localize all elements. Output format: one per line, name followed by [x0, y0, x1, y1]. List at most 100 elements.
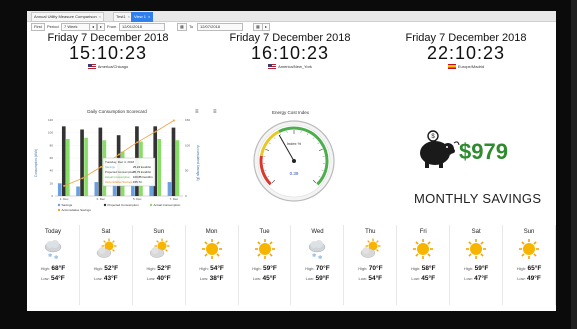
- forecast-high: 68°F: [51, 265, 66, 272]
- period-label: Period: [47, 24, 59, 29]
- y-right-label: Accumulated Savings ($): [196, 145, 200, 180]
- forecast-high: 59°F: [263, 265, 277, 272]
- savings-bar[interactable]: [76, 186, 80, 197]
- sun-icon: [518, 238, 540, 260]
- clock-time: 22:10:23: [426, 43, 506, 63]
- savings-bar[interactable]: [94, 182, 99, 196]
- actual-consumption-bar[interactable]: [84, 137, 88, 196]
- actual-consumption-bar[interactable]: [175, 140, 180, 196]
- high-label: High:: [305, 266, 315, 271]
- legend-item[interactable]: Accumulative Savings: [62, 208, 92, 212]
- sun-cloud-icon: [148, 238, 170, 260]
- tooltip-row-label: Projected Consumption: [105, 170, 135, 174]
- forecast-high: 52°F: [157, 265, 172, 272]
- chart-menu-icon[interactable]: ≡: [195, 109, 199, 115]
- clock-zone: America/New_York: [278, 64, 312, 69]
- gauge-menu-icon[interactable]: ≡: [213, 109, 217, 115]
- legend-item[interactable]: Savings: [62, 203, 73, 207]
- us-flag-icon: [87, 64, 96, 70]
- actual-consumption-bar[interactable]: [65, 139, 70, 196]
- low-label: Low:: [411, 276, 420, 281]
- forecast-day-name: Sat: [471, 229, 481, 235]
- forecast-high: 58°F: [421, 265, 436, 272]
- forecast-day: Today ✻ ✻ High: 68°F Low: 54°F: [27, 225, 80, 305]
- right-tick-label: 150: [185, 118, 190, 122]
- dashboard-screen: Annual Utility Measure Comparison × Test1…: [27, 11, 556, 311]
- sun-icon: [254, 238, 276, 260]
- snow-cloud-icon: ✻ ✻: [306, 238, 328, 261]
- tooltip-row-label: Actual Consumption: [105, 175, 130, 179]
- clock-zone: America/Chicago: [97, 64, 129, 69]
- category-label: 1. Dec: [60, 197, 69, 201]
- accumulative-point[interactable]: [136, 141, 139, 144]
- left-tick-label: 40: [50, 169, 54, 173]
- projected-consumption-bar[interactable]: [80, 129, 84, 197]
- high-label: High:: [516, 266, 527, 271]
- forecast-low: 43°F: [103, 275, 118, 282]
- from-label: From: [107, 24, 117, 29]
- accumulative-point[interactable]: [154, 130, 157, 133]
- forecast-low: 49°F: [527, 275, 541, 282]
- clock-time: 15:10:23: [68, 43, 148, 63]
- accumulative-point[interactable]: [118, 153, 120, 156]
- legend-projected-swatch: [103, 203, 107, 207]
- category-label: 5. Dec: [133, 197, 142, 201]
- close-icon[interactable]: ×: [148, 14, 150, 19]
- period-select[interactable]: 7 Week: [61, 23, 91, 31]
- tooltip-row-value: 95.79 trendrlm: [133, 170, 152, 174]
- high-label: High:: [252, 266, 262, 271]
- tab-test1[interactable]: Test1 ×: [113, 12, 133, 22]
- low-label: Low:: [358, 276, 367, 281]
- forecast-low: 54°F: [50, 275, 65, 282]
- legend-item[interactable]: Actual Consumption: [154, 203, 181, 207]
- piggy-bank-icon: $: [420, 130, 460, 168]
- left-tick-label: 60: [50, 156, 54, 160]
- low-label: Low:: [464, 276, 473, 281]
- left-tick-label: 80: [50, 143, 54, 147]
- forecast-day-name: Thu: [365, 229, 376, 235]
- close-icon[interactable]: ×: [99, 14, 101, 19]
- projected-consumption-bar[interactable]: [171, 127, 176, 196]
- savings-bar[interactable]: [167, 182, 172, 196]
- forecast-low: 38°F: [209, 275, 224, 282]
- accumulative-point[interactable]: [63, 184, 66, 187]
- tab-view1[interactable]: View 1 ×: [131, 12, 154, 22]
- first-button[interactable]: First: [31, 23, 45, 31]
- right-tick-label: 0: [185, 194, 187, 198]
- projected-consumption-bar[interactable]: [98, 127, 103, 196]
- forecast-day: Mon High: 54°F Low: 38°F: [186, 225, 239, 305]
- high-label: High:: [463, 266, 474, 271]
- sun-cloud-icon: [95, 238, 117, 260]
- forecast-day-name: Mon: [205, 229, 218, 235]
- to-date-input[interactable]: 12/07/2018: [197, 23, 243, 31]
- legend-accumulative-swatch: [57, 208, 61, 212]
- calendar-icon[interactable]: ▦: [177, 23, 187, 31]
- svg-text:✻: ✻: [48, 253, 52, 259]
- tooltip-row-value: 155.74: [133, 180, 142, 184]
- forecast-high: 54°F: [210, 265, 224, 272]
- gauge-hub: [292, 159, 296, 163]
- tab-annual-utility[interactable]: Annual Utility Measure Comparison ×: [31, 12, 105, 22]
- actual-consumption-bar[interactable]: [157, 139, 162, 196]
- forecast-day-name: Sun: [153, 229, 165, 235]
- forecast-low: 54°F: [368, 275, 383, 282]
- accumulative-point[interactable]: [99, 166, 102, 169]
- accumulative-point[interactable]: [172, 119, 175, 122]
- chart-tooltip: Tuesday, Dec 4, 2018 Savings 25.24 trend…: [102, 157, 156, 187]
- from-date-input[interactable]: 12/01/2018: [119, 23, 165, 31]
- savings-bar[interactable]: [57, 183, 62, 196]
- clock-time: 16:10:23: [250, 43, 330, 63]
- forecast-day: Tue High: 59°F Low: 45°F: [239, 225, 292, 305]
- next-button[interactable]: ▸: [97, 23, 106, 31]
- close-icon[interactable]: ×: [128, 14, 130, 19]
- accumulative-point[interactable]: [81, 177, 84, 180]
- legend-item[interactable]: Projected Consumption: [108, 203, 140, 207]
- tab-label: View 1: [134, 14, 146, 19]
- forecast-day: Sat High: 52°F Low: 43°F: [80, 225, 133, 305]
- forecast-low: 40°F: [156, 275, 171, 282]
- chart-legend: Savings Projected Consumption Actual Con…: [57, 203, 181, 212]
- forecast-low: 47°F: [474, 275, 488, 282]
- apply-button[interactable]: ▸: [262, 23, 271, 31]
- prev-button[interactable]: ◂: [89, 23, 98, 31]
- forecast-day: Wed ✻ ✻ High: 70°F Low: 59°F: [292, 225, 345, 305]
